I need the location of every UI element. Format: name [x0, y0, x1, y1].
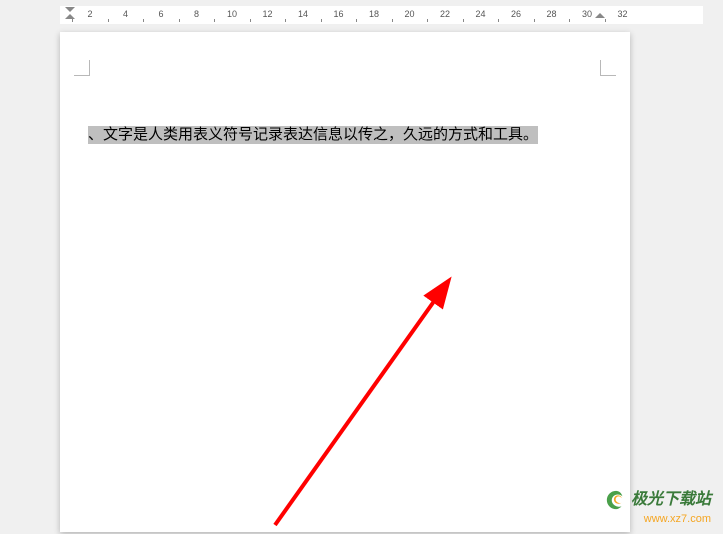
ruler-scale: 2468101214161820222426283032 [60, 6, 703, 24]
margin-corner-top-left [74, 60, 90, 76]
margin-corner-top-right [600, 60, 616, 76]
watermark-url: www.xz7.com [605, 513, 711, 526]
ruler-number: 12 [262, 9, 272, 19]
watermark-logo-icon [605, 489, 627, 511]
right-indent-marker-icon[interactable] [595, 13, 605, 18]
ruler-number: 16 [333, 9, 343, 19]
watermark-title: 极光下载站 [631, 490, 711, 509]
ruler-number: 28 [546, 9, 556, 19]
ruler-number: 22 [440, 9, 450, 19]
selected-text[interactable]: 、文字是人类用表义符号记录表达信息以传之，久远的方式和工具。 [88, 126, 538, 144]
ruler-number: 30 [582, 9, 592, 19]
ruler-number: 14 [298, 9, 308, 19]
document-page[interactable]: 、文字是人类用表义符号记录表达信息以传之，久远的方式和工具。 [60, 32, 630, 532]
ruler-number: 10 [227, 9, 237, 19]
ruler-number: 32 [617, 9, 627, 19]
ruler-number: 6 [158, 9, 163, 19]
document-text-line[interactable]: 、文字是人类用表义符号记录表达信息以传之，久远的方式和工具。 [88, 124, 538, 147]
ruler-number: 8 [194, 9, 199, 19]
ruler-number: 20 [404, 9, 414, 19]
ruler-number: 4 [123, 9, 128, 19]
ruler-number: 2 [87, 9, 92, 19]
ruler-number: 24 [475, 9, 485, 19]
horizontal-ruler[interactable]: 2468101214161820222426283032 [60, 6, 703, 24]
watermark: 极光下载站 www.xz7.com [605, 489, 711, 526]
ruler-number: 26 [511, 9, 521, 19]
ruler-number: 18 [369, 9, 379, 19]
